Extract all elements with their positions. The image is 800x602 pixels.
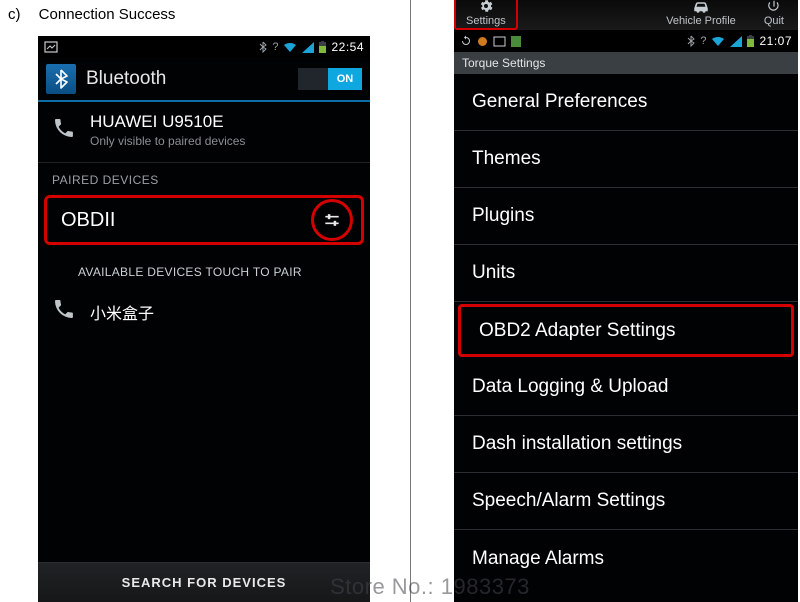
- question-icon: ?: [272, 41, 278, 53]
- sync-icon: [460, 35, 472, 47]
- bluetooth-title: Bluetooth: [86, 68, 288, 90]
- step-letter: c): [8, 6, 21, 23]
- dock-settings[interactable]: Settings: [454, 0, 518, 30]
- search-devices-button[interactable]: SEARCH FOR DEVICES: [38, 562, 370, 602]
- app-dock: Settings Vehicle Profile Quit: [454, 0, 798, 30]
- bluetooth-small-icon: [687, 35, 695, 47]
- screenshot-icon: [493, 36, 506, 47]
- dock-settings-label: Settings: [466, 15, 506, 27]
- available-device-name: 小米盒子: [90, 300, 154, 324]
- settings-menu: General Preferences Themes Plugins Units…: [454, 74, 798, 587]
- menu-manage-alarms[interactable]: Manage Alarms: [454, 530, 798, 587]
- dock-quit[interactable]: Quit: [750, 0, 798, 30]
- search-devices-label: SEARCH FOR DEVICES: [122, 575, 287, 590]
- menu-dash-installation[interactable]: Dash installation settings: [454, 416, 798, 473]
- app-icon: [477, 36, 488, 47]
- device-own-name: HUAWEI U9510E: [90, 112, 245, 132]
- battery-icon: [319, 41, 326, 53]
- dock-vehicle-label: Vehicle Profile: [666, 15, 736, 27]
- device-visibility-sub: Only visible to paired devices: [90, 134, 245, 148]
- dock-quit-label: Quit: [764, 15, 784, 27]
- step-label: c) Connection Success: [8, 6, 175, 23]
- paired-device-obdii[interactable]: OBDII: [44, 195, 364, 245]
- vertical-divider: [410, 0, 411, 602]
- car-icon: [692, 0, 710, 14]
- bluetooth-small-icon: [259, 41, 267, 53]
- available-device-row[interactable]: 小米盒子: [38, 289, 370, 334]
- phone-icon: [52, 297, 76, 326]
- menu-units[interactable]: Units: [454, 245, 798, 302]
- status-bar-right: ? 21:07: [454, 30, 798, 52]
- sliders-icon: [322, 210, 342, 230]
- clock-right: 21:07: [759, 34, 792, 48]
- power-icon: [765, 0, 783, 14]
- bluetooth-icon: [46, 64, 76, 94]
- signal-icon: [302, 42, 314, 53]
- torque-settings-title: Torque Settings: [454, 52, 798, 74]
- menu-data-logging[interactable]: Data Logging & Upload: [454, 359, 798, 416]
- paired-devices-label: PAIRED DEVICES: [38, 163, 370, 193]
- menu-general-preferences[interactable]: General Preferences: [454, 74, 798, 131]
- status-bar-left: ? 22:54: [38, 36, 370, 58]
- visibility-row[interactable]: HUAWEI U9510E Only visible to paired dev…: [38, 102, 370, 163]
- menu-themes[interactable]: Themes: [454, 131, 798, 188]
- wifi-icon: [711, 36, 725, 47]
- phone-right: ? 21:07 Torque Settings General Preferen…: [454, 30, 798, 602]
- device-settings-button[interactable]: [311, 199, 353, 241]
- step-text: Connection Success: [39, 6, 176, 23]
- signal-icon: [730, 36, 742, 47]
- bluetooth-header: Bluetooth ON: [38, 58, 370, 102]
- bluetooth-toggle[interactable]: ON: [298, 68, 362, 90]
- wifi-icon: [283, 42, 297, 53]
- download-icon: [511, 36, 521, 47]
- phone-left: ? 22:54 Bluetooth ON HUAWEI U9510E Only …: [38, 36, 370, 602]
- paired-device-name: OBDII: [61, 209, 311, 232]
- clock-left: 22:54: [331, 40, 364, 54]
- screenshot-icon: [44, 41, 58, 53]
- toggle-on-label: ON: [328, 68, 362, 90]
- question-icon: ?: [700, 35, 706, 47]
- battery-icon: [747, 35, 754, 47]
- dock-vehicle-profile[interactable]: Vehicle Profile: [652, 0, 750, 30]
- menu-plugins[interactable]: Plugins: [454, 188, 798, 245]
- phone-icon: [52, 116, 76, 145]
- menu-speech-alarm[interactable]: Speech/Alarm Settings: [454, 473, 798, 530]
- gear-icon: [477, 0, 495, 14]
- menu-obd2-adapter-settings[interactable]: OBD2 Adapter Settings: [458, 304, 794, 357]
- available-devices-label: AVAILABLE DEVICES TOUCH TO PAIR: [38, 251, 370, 289]
